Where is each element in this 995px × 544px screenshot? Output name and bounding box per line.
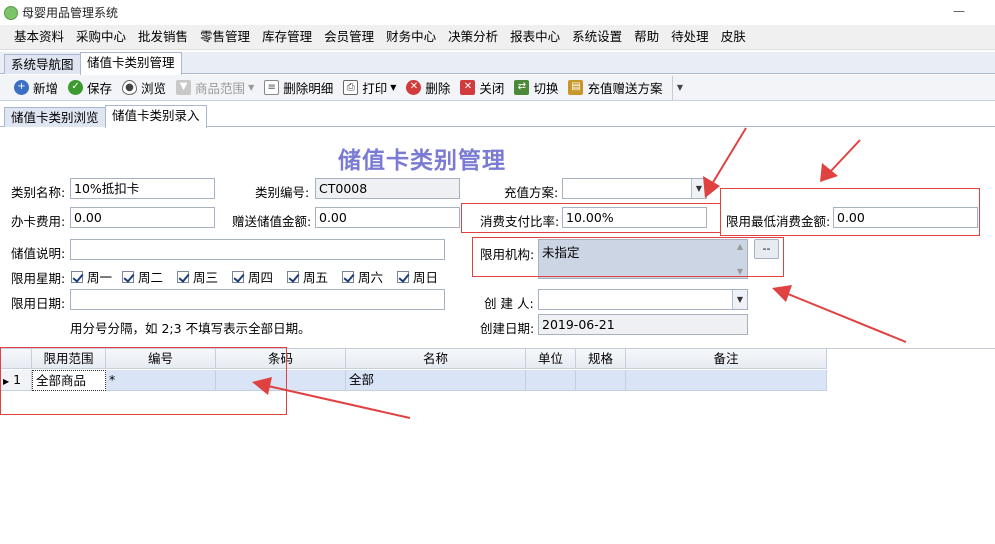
annotation-arrowhead (252, 377, 272, 395)
annotation-arrow (267, 385, 411, 419)
annotation-arrow (711, 127, 747, 185)
annotation-arrows (252, 127, 907, 419)
annotation-arrowhead (772, 285, 792, 302)
annotation-arrow (829, 139, 861, 173)
annotation-arrowhead (703, 176, 720, 198)
annotation-arrow (787, 293, 907, 343)
